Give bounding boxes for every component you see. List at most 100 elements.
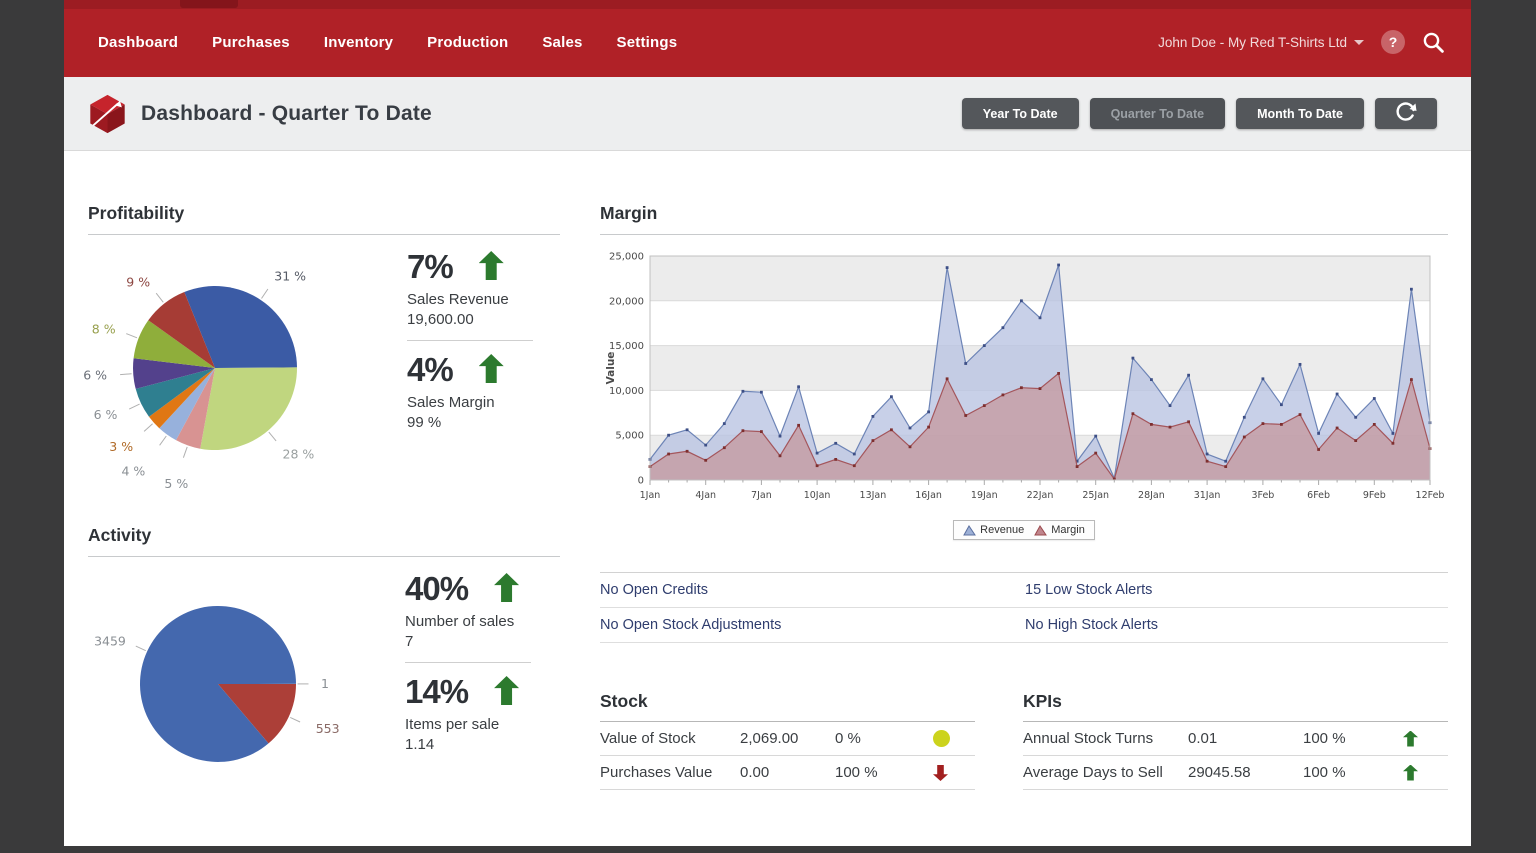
data-point xyxy=(1039,387,1042,390)
pie-slice-label: 5 % xyxy=(164,476,188,491)
data-point xyxy=(1020,299,1023,302)
app-logo-cube-icon[interactable] xyxy=(88,93,127,135)
trend-up-icon xyxy=(494,573,519,602)
data-point xyxy=(742,390,745,393)
data-point xyxy=(1057,264,1060,267)
x-tick-label: 31Jan xyxy=(1194,490,1221,501)
data-point xyxy=(1169,404,1172,407)
nav-item-inventory[interactable]: Inventory xyxy=(324,34,393,51)
kpis-title: KPIs xyxy=(1023,691,1448,712)
data-point xyxy=(1299,413,1302,416)
kpis-table: KPIs Annual Stock Turns 0.01 100 % Avera… xyxy=(1023,691,1448,790)
search-icon[interactable] xyxy=(1422,31,1445,54)
revenue-area-icon xyxy=(963,525,976,536)
link-low-stock-alerts[interactable]: 15 Low Stock Alerts xyxy=(1025,582,1448,598)
link-open-stock-adjustments[interactable]: No Open Stock Adjustments xyxy=(600,617,1025,633)
data-point xyxy=(927,411,930,414)
page-title: Dashboard - Quarter To Date xyxy=(141,102,432,126)
month-to-date-button[interactable]: Month To Date xyxy=(1236,98,1364,129)
refresh-button[interactable] xyxy=(1375,98,1437,129)
pie-slice xyxy=(200,367,297,450)
table-row: Value of Stock 2,069.00 0 % xyxy=(600,722,975,756)
data-point xyxy=(1206,460,1209,463)
data-point xyxy=(1002,326,1005,329)
status-indicator xyxy=(1403,731,1448,747)
row-value: 29045.58 xyxy=(1188,764,1303,781)
user-name: John Doe - My Red T-Shirts Ltd xyxy=(1158,35,1347,50)
data-point xyxy=(853,453,856,456)
nav-item-purchases[interactable]: Purchases xyxy=(212,34,290,51)
x-tick-label: 9Feb xyxy=(1363,490,1386,501)
nav-item-settings[interactable]: Settings xyxy=(617,34,678,51)
label-leader-line xyxy=(290,717,300,722)
row-value: 2,069.00 xyxy=(740,730,835,747)
x-tick-label: 28Jan xyxy=(1138,490,1165,501)
data-point xyxy=(1392,432,1395,435)
nav-item-production[interactable]: Production xyxy=(427,34,508,51)
row-pct: 100 % xyxy=(1303,730,1403,747)
row-pct: 100 % xyxy=(1303,764,1403,781)
refresh-icon xyxy=(1394,100,1418,127)
nav-item-dashboard[interactable]: Dashboard xyxy=(98,34,178,51)
year-to-date-button[interactable]: Year To Date xyxy=(962,98,1079,129)
sales-revenue-label: Sales Revenue xyxy=(407,291,567,308)
link-open-credits[interactable]: No Open Credits xyxy=(600,582,1025,598)
status-indicator xyxy=(933,765,975,781)
data-point xyxy=(1132,357,1135,360)
sales-margin-value: 99 % xyxy=(407,414,567,431)
data-point xyxy=(1392,442,1395,445)
status-indicator xyxy=(1403,765,1448,781)
data-point xyxy=(797,424,800,427)
table-row: Purchases Value 0.00 100 % xyxy=(600,756,975,790)
chart-legend: Revenue Margin xyxy=(600,520,1448,540)
data-point xyxy=(667,434,670,437)
row-label: Value of Stock xyxy=(600,730,740,747)
profitability-kpis: 7% Sales Revenue 19,600.00 4% Sales Marg… xyxy=(407,250,567,431)
pie-slice-label: 28 % xyxy=(283,446,315,461)
margin-area-icon xyxy=(1034,525,1047,536)
data-point xyxy=(1354,439,1357,442)
data-point xyxy=(853,464,856,467)
data-point xyxy=(816,464,819,467)
data-point xyxy=(909,427,912,430)
pie-slice-label: 1 xyxy=(321,676,329,691)
data-point xyxy=(909,445,912,448)
data-point xyxy=(1373,423,1376,426)
data-point xyxy=(1410,288,1413,291)
user-menu[interactable]: John Doe - My Red T-Shirts Ltd xyxy=(1158,35,1364,50)
data-point xyxy=(834,442,837,445)
help-icon[interactable]: ? xyxy=(1381,30,1405,54)
label-leader-line xyxy=(126,334,137,338)
stock-table: Stock Value of Stock 2,069.00 0 % Purcha… xyxy=(600,691,975,790)
data-point xyxy=(704,459,707,462)
table-row: Average Days to Sell 29045.58 100 % xyxy=(1023,756,1448,790)
data-point xyxy=(1317,448,1320,451)
number-of-sales-pct: 40% xyxy=(405,572,468,605)
data-point xyxy=(723,446,726,449)
trend-up-icon xyxy=(479,251,504,280)
x-tick-label: 10Jan xyxy=(804,490,831,501)
data-point xyxy=(927,426,930,429)
data-point xyxy=(890,395,893,398)
nav-item-sales[interactable]: Sales xyxy=(542,34,582,51)
data-point xyxy=(1243,436,1246,439)
x-tick-label: 1Jan xyxy=(640,490,661,501)
legend-margin[interactable]: Margin xyxy=(1034,524,1085,536)
data-point xyxy=(983,344,986,347)
row-value: 0.01 xyxy=(1188,730,1303,747)
activity-kpis: 40% Number of sales 7 14% Items per sale… xyxy=(405,572,565,753)
alert-links: No Open Credits 15 Low Stock Alerts No O… xyxy=(600,573,1448,643)
data-point xyxy=(890,428,893,431)
x-tick-label: 6Feb xyxy=(1307,490,1330,501)
legend-revenue[interactable]: Revenue xyxy=(963,524,1024,536)
margin-title: Margin xyxy=(600,203,657,224)
data-point xyxy=(1354,416,1357,419)
divider xyxy=(405,662,531,663)
pie-slice-label: 6 % xyxy=(83,368,107,383)
quarter-to-date-button[interactable]: Quarter To Date xyxy=(1090,98,1226,129)
data-point xyxy=(1373,397,1376,400)
links-row: No Open Credits 15 Low Stock Alerts xyxy=(600,573,1448,608)
x-tick-label: 16Jan xyxy=(915,490,942,501)
link-high-stock-alerts[interactable]: No High Stock Alerts xyxy=(1025,617,1448,633)
pie-slice-label: 553 xyxy=(316,721,340,736)
